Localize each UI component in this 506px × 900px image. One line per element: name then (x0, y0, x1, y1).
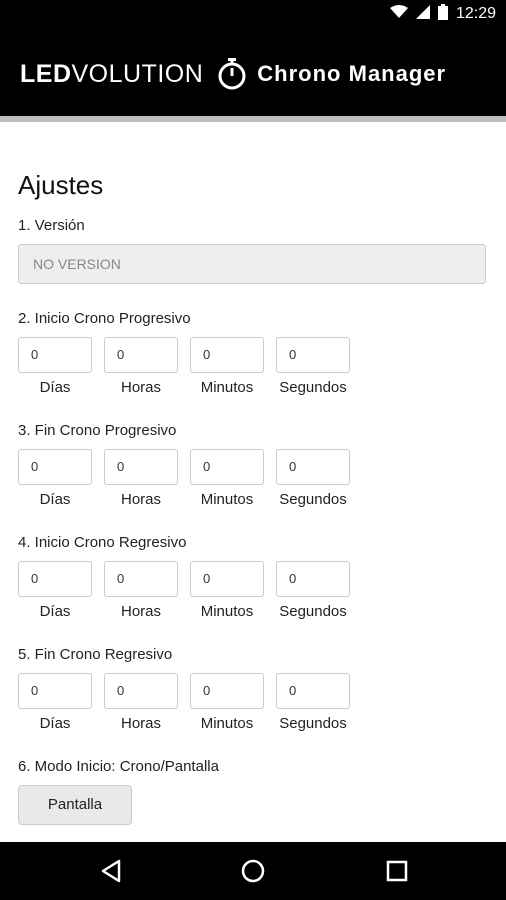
hours-label: Horas (120, 491, 161, 508)
version-field: NO VERSION (18, 244, 486, 284)
time-row-inicio-progresivo: 0 Días 0 Horas 0 Minutos 0 Segundos (18, 337, 490, 396)
status-time: 12:29 (455, 5, 496, 22)
minutes-input[interactable]: 0 (190, 449, 264, 485)
minutes-label: Minutos (200, 491, 254, 508)
minutes-label: Minutos (200, 603, 254, 620)
mode-button[interactable]: Pantalla (18, 785, 132, 825)
hours-input[interactable]: 0 (104, 337, 178, 373)
page-title: Ajustes (18, 170, 104, 200)
status-icons: 12:29 (389, 0, 496, 28)
section-label: 5. Fin Crono Regresivo (18, 646, 173, 663)
hours-input[interactable]: 0 (104, 561, 178, 597)
seconds-input[interactable]: 0 (276, 561, 350, 597)
brand-logo: LEDVOLUTION (20, 60, 203, 89)
signal-icon (415, 4, 430, 24)
brand-bold: LED (20, 59, 72, 88)
days-input[interactable]: 0 (18, 449, 92, 485)
hours-label: Horas (120, 603, 161, 620)
status-bar: 12:29 (0, 0, 506, 28)
navigation-bar (0, 842, 506, 900)
minutes-input[interactable]: 0 (190, 561, 264, 597)
back-icon[interactable] (96, 856, 126, 886)
stopwatch-icon (217, 58, 247, 90)
seconds-label: Segundos (279, 491, 347, 508)
battery-icon (437, 3, 448, 25)
seconds-label: Segundos (279, 379, 347, 396)
hours-label: Horas (120, 379, 161, 396)
days-label: Días (39, 715, 71, 732)
seconds-input[interactable]: 0 (276, 449, 350, 485)
days-label: Días (39, 491, 71, 508)
hours-input[interactable]: 0 (104, 449, 178, 485)
time-row-inicio-regresivo: 0 Días 0 Horas 0 Minutos 0 Segundos (18, 561, 490, 620)
wifi-icon (389, 4, 408, 24)
seconds-input[interactable]: 0 (276, 337, 350, 373)
minutes-input[interactable]: 0 (190, 337, 264, 373)
settings-panel: Ajustes 1. Versión NO VERSION 2. Inicio … (18, 170, 490, 825)
minutes-label: Minutos (200, 379, 254, 396)
section-label: 4. Inicio Crono Regresivo (18, 534, 187, 551)
minutes-input[interactable]: 0 (190, 673, 264, 709)
seconds-label: Segundos (279, 715, 347, 732)
mode-label: 6. Modo Inicio: Crono/Pantalla (18, 758, 219, 775)
days-label: Días (39, 379, 71, 396)
version-label: 1. Versión (18, 217, 85, 234)
days-input[interactable]: 0 (18, 561, 92, 597)
seconds-label: Segundos (279, 603, 347, 620)
seconds-input[interactable]: 0 (276, 673, 350, 709)
header-divider (0, 116, 506, 122)
recents-icon[interactable] (382, 856, 412, 886)
app-header: LEDVOLUTION Chrono Manager (0, 28, 506, 116)
days-input[interactable]: 0 (18, 337, 92, 373)
hours-input[interactable]: 0 (104, 673, 178, 709)
time-row-fin-regresivo: 0 Días 0 Horas 0 Minutos 0 Segundos (18, 673, 490, 732)
time-row-fin-progresivo: 0 Días 0 Horas 0 Minutos 0 Segundos (18, 449, 490, 508)
minutes-label: Minutos (200, 715, 254, 732)
brand-light: VOLUTION (71, 59, 204, 88)
app-title: Chrono Manager (257, 61, 447, 86)
days-label: Días (39, 603, 71, 620)
days-input[interactable]: 0 (18, 673, 92, 709)
section-label: 2. Inicio Crono Progresivo (18, 310, 191, 327)
section-label: 3. Fin Crono Progresivo (18, 422, 177, 439)
home-icon[interactable] (238, 856, 268, 886)
hours-label: Horas (120, 715, 161, 732)
